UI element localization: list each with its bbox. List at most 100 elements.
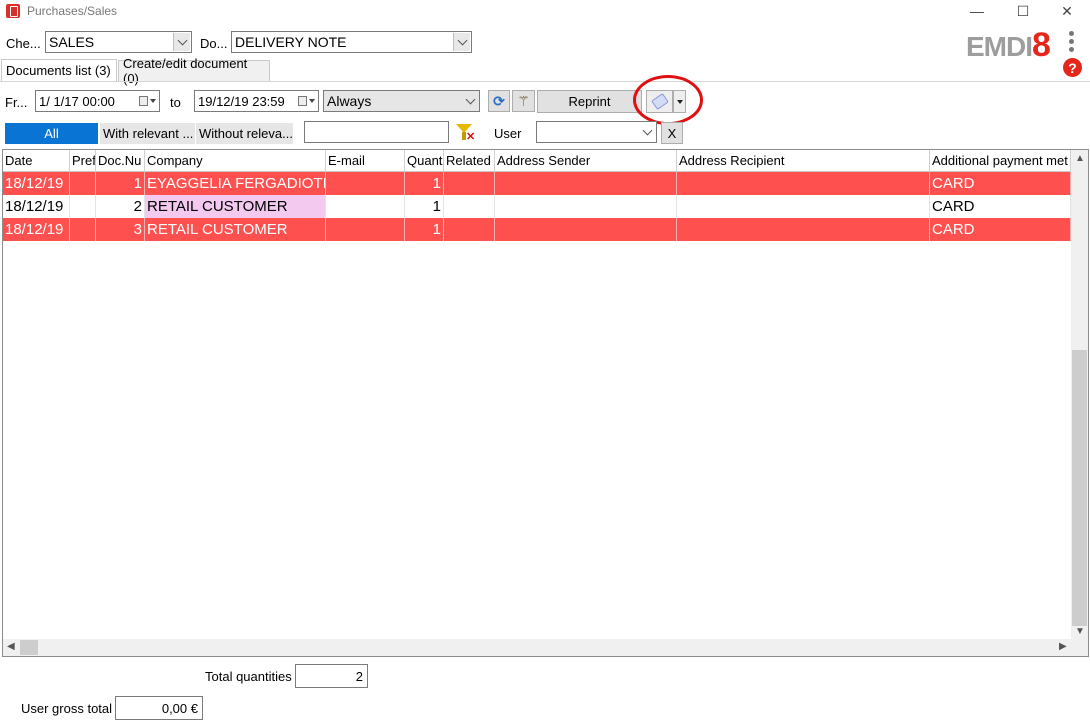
kebab-menu-icon[interactable]	[1066, 31, 1076, 55]
column-header-email[interactable]: E-mail	[326, 150, 405, 172]
user-gross-total-value: 0,00 €	[115, 696, 203, 720]
column-header-docnum[interactable]: Doc.Nu	[96, 150, 145, 172]
tab-create-edit-document[interactable]: Create/edit document (0)	[118, 56, 270, 86]
maximize-button[interactable]: ☐	[1000, 0, 1046, 22]
from-date-value: 1/ 1/17 00:00	[39, 93, 115, 109]
emdi-logo: EMDI8	[966, 26, 1051, 65]
vertical-scrollbar[interactable]: ▲ ▼	[1071, 150, 1088, 640]
wizard-button[interactable]: ⚚	[512, 90, 535, 112]
scroll-left-icon[interactable]: ◀	[7, 641, 15, 652]
period-select[interactable]: Always	[323, 90, 480, 112]
cell-address-recipient	[677, 172, 930, 195]
refresh-icon: ⟳	[493, 92, 505, 109]
cell-date: 18/12/19	[3, 172, 70, 195]
chevron-down-icon[interactable]	[173, 33, 190, 51]
doc-type-value: DELIVERY NOTE	[235, 34, 347, 50]
title-bar	[0, 0, 1090, 24]
search-input[interactable]	[304, 121, 449, 143]
cell-payment: CARD	[930, 195, 1071, 218]
reprint-button[interactable]: Reprint	[537, 90, 642, 113]
doc-type-select[interactable]: DELIVERY NOTE	[231, 31, 472, 53]
scroll-down-icon[interactable]: ▼	[1075, 626, 1085, 637]
column-header-address-recipient[interactable]: Address Recipient	[677, 150, 930, 172]
calendar-icon[interactable]	[139, 95, 156, 107]
cell-docnum: 2	[96, 195, 145, 218]
annotation-circle	[633, 75, 703, 125]
cell-company: RETAIL CUSTOMER	[145, 218, 326, 241]
cell-address-sender	[495, 195, 677, 218]
check-value: SALES	[49, 34, 95, 50]
column-header-pref[interactable]: Pref	[70, 150, 96, 172]
period-value: Always	[327, 93, 372, 109]
scroll-right-icon[interactable]: ▶	[1059, 641, 1067, 652]
to-date-picker[interactable]: 19/12/19 23:59	[194, 90, 319, 112]
minimize-button[interactable]: —	[954, 0, 1000, 22]
filter-without-relevant-button[interactable]: Without releva...	[196, 123, 293, 144]
magic-wand-icon: ⚚	[517, 92, 530, 109]
cell-related	[444, 172, 495, 195]
column-header-address-sender[interactable]: Address Sender	[495, 150, 677, 172]
cell-docnum: 1	[96, 172, 145, 195]
from-date-picker[interactable]: 1/ 1/17 00:00	[35, 90, 160, 112]
cell-quantity: 1	[405, 195, 444, 218]
cell-quantity: 1	[405, 172, 444, 195]
total-quantities-label: Total quantities	[205, 669, 292, 684]
column-header-additional-payment[interactable]: Additional payment met	[930, 150, 1071, 172]
documents-grid[interactable]: Date Pref Doc.Nu Company E-mail Quant Re…	[2, 149, 1089, 657]
cell-company: RETAIL CUSTOMER	[145, 195, 326, 218]
calendar-icon[interactable]	[298, 95, 315, 107]
table-row[interactable]: 18/12/19 1 EYAGGELIA FERGADIOTI 1 CARD	[3, 172, 1071, 195]
horizontal-scroll-thumb[interactable]	[20, 640, 38, 655]
cell-quantity: 1	[405, 218, 444, 241]
user-gross-total-label: User gross total	[21, 701, 113, 716]
cell-address-recipient	[677, 195, 930, 218]
to-label: to	[170, 95, 181, 110]
column-header-company[interactable]: Company	[145, 150, 326, 172]
help-icon[interactable]: ?	[1063, 58, 1082, 77]
to-date-value: 19/12/19 23:59	[198, 93, 285, 109]
refresh-button[interactable]: ⟳	[488, 90, 510, 112]
app-icon	[6, 4, 20, 18]
cell-date: 18/12/19	[3, 218, 70, 241]
cell-payment: CARD	[930, 218, 1071, 241]
logo-number: 8	[1032, 26, 1051, 64]
cell-address-sender	[495, 172, 677, 195]
cell-docnum: 3	[96, 218, 145, 241]
scroll-up-icon[interactable]: ▲	[1075, 153, 1085, 164]
cell-pref	[70, 195, 96, 218]
cell-related	[444, 195, 495, 218]
close-button[interactable]: ✕	[1044, 0, 1090, 22]
cell-address-recipient	[677, 218, 930, 241]
cell-company: EYAGGELIA FERGADIOTI	[145, 172, 326, 195]
user-select[interactable]	[536, 121, 657, 143]
clear-user-button[interactable]: X	[661, 122, 683, 144]
doc-label: Do...	[200, 36, 228, 51]
cell-pref	[70, 172, 96, 195]
user-label: User	[494, 126, 522, 141]
cell-date: 18/12/19	[3, 195, 70, 218]
clear-filter-icon[interactable]: ✕	[455, 123, 475, 143]
tab-divider	[0, 81, 1090, 82]
column-header-date[interactable]: Date	[3, 150, 70, 172]
cell-email	[326, 195, 405, 218]
cell-email	[326, 218, 405, 241]
check-label: Che...	[6, 36, 41, 51]
column-header-quantity[interactable]: Quant	[405, 150, 444, 172]
chevron-down-icon[interactable]	[453, 33, 470, 51]
filter-all-button[interactable]: All	[5, 123, 98, 144]
logo-text: EMDI	[966, 31, 1033, 62]
chevron-down-icon[interactable]	[462, 92, 478, 110]
tab-documents-list[interactable]: Documents list (3)	[1, 59, 117, 81]
table-row[interactable]: 18/12/19 2 RETAIL CUSTOMER 1 CARD	[3, 195, 1071, 218]
chevron-down-icon[interactable]	[639, 123, 655, 141]
total-quantities-value: 2	[295, 664, 368, 688]
horizontal-scrollbar[interactable]: ◀ ▶	[3, 639, 1088, 656]
table-row[interactable]: 18/12/19 3 RETAIL CUSTOMER 1 CARD	[3, 218, 1071, 241]
cell-pref	[70, 218, 96, 241]
vertical-scroll-thumb[interactable]	[1072, 350, 1087, 626]
filter-with-relevant-button[interactable]: With relevant ...	[100, 123, 195, 144]
cell-related	[444, 218, 495, 241]
check-select[interactable]: SALES	[45, 31, 192, 53]
column-header-related[interactable]: Related	[444, 150, 495, 172]
window-title: Purchases/Sales	[27, 4, 118, 18]
